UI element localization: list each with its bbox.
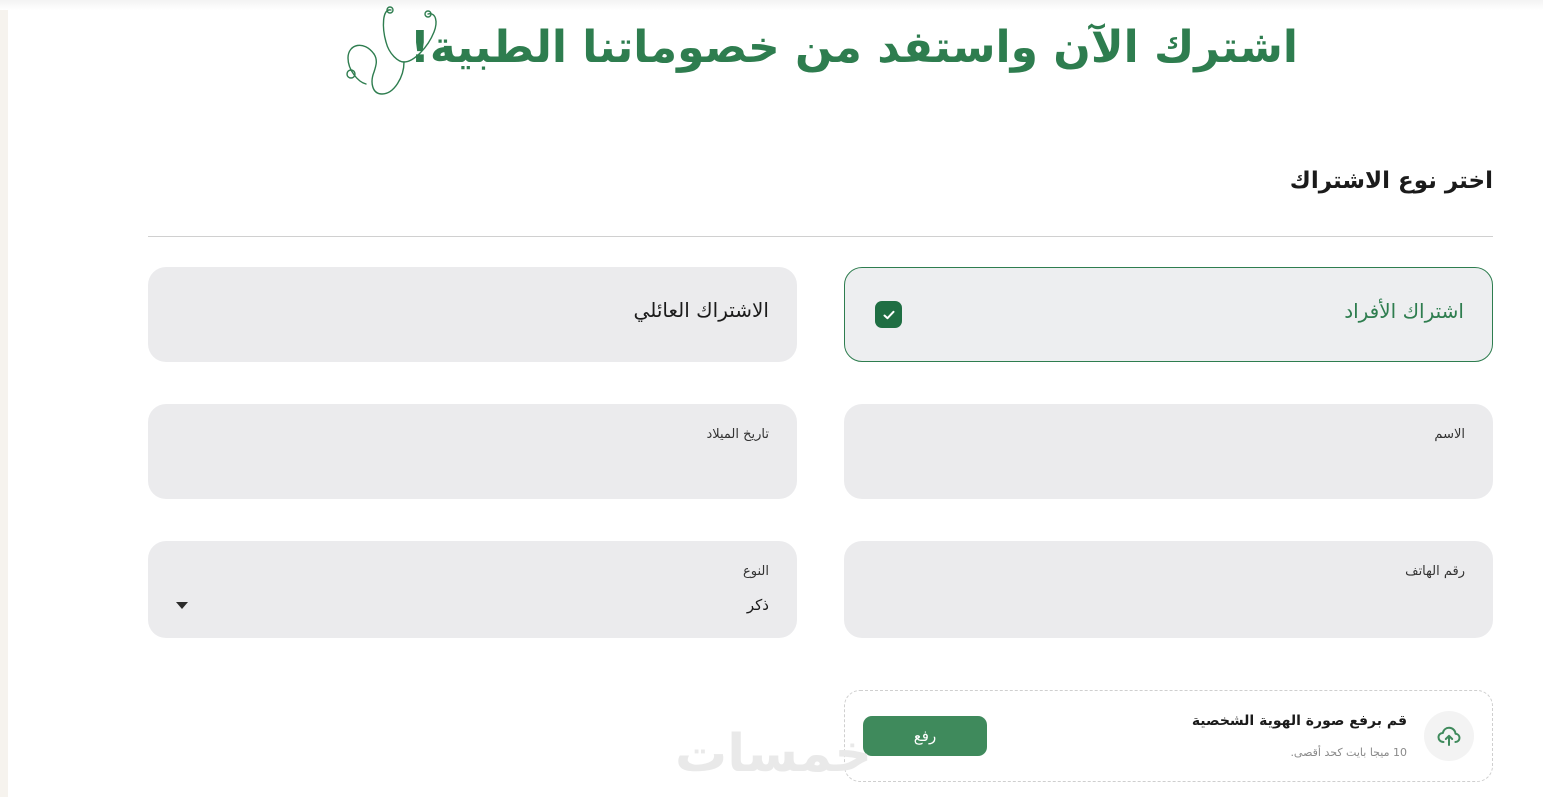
subscription-type-heading: اختر نوع الاشتراك: [1289, 168, 1493, 194]
phone-label: رقم الهاتف: [1405, 564, 1465, 579]
subscription-option-label: اشتراك الأفراد: [1344, 299, 1464, 323]
watermark-logo: خمسات: [675, 724, 873, 784]
gender-select[interactable]: النوع ذكر: [148, 541, 797, 638]
upload-size-hint: 10 ميجا بايت كحد أقصى.: [1290, 746, 1407, 759]
subscription-option-label: الاشتراك العائلي: [633, 298, 769, 322]
page-left-edge: [0, 0, 8, 797]
subscription-option-family[interactable]: الاشتراك العائلي: [148, 267, 797, 362]
gender-label: النوع: [743, 564, 769, 579]
name-label: الاسم: [1434, 427, 1465, 442]
phone-field[interactable]: رقم الهاتف: [844, 541, 1493, 638]
phone-input[interactable]: [872, 591, 1465, 617]
page-title: اشترك الآن واستفد من خصوماتنا الطبية!: [409, 22, 1298, 73]
birthdate-input[interactable]: [176, 454, 769, 480]
subscription-option-individual[interactable]: اشتراك الأفراد: [844, 267, 1493, 362]
page-top-edge: [0, 0, 1543, 10]
section-divider: [148, 236, 1493, 237]
checkmark-icon: [875, 301, 902, 328]
gender-selected-value: ذكر: [746, 596, 769, 614]
upload-title: قم برفع صورة الهوية الشخصية: [1191, 713, 1407, 729]
name-field[interactable]: الاسم: [844, 404, 1493, 499]
stethoscope-icon: [346, 6, 437, 95]
name-input[interactable]: [872, 454, 1465, 480]
cloud-upload-icon: [1437, 726, 1461, 746]
id-upload-box[interactable]: قم برفع صورة الهوية الشخصية 10 ميجا بايت…: [844, 690, 1493, 782]
birthdate-label: تاريخ الميلاد: [706, 427, 769, 442]
upload-icon-container: [1424, 711, 1474, 761]
birthdate-field[interactable]: تاريخ الميلاد: [148, 404, 797, 499]
dropdown-caret-icon[interactable]: [176, 602, 188, 609]
upload-button[interactable]: رفع: [863, 716, 987, 756]
